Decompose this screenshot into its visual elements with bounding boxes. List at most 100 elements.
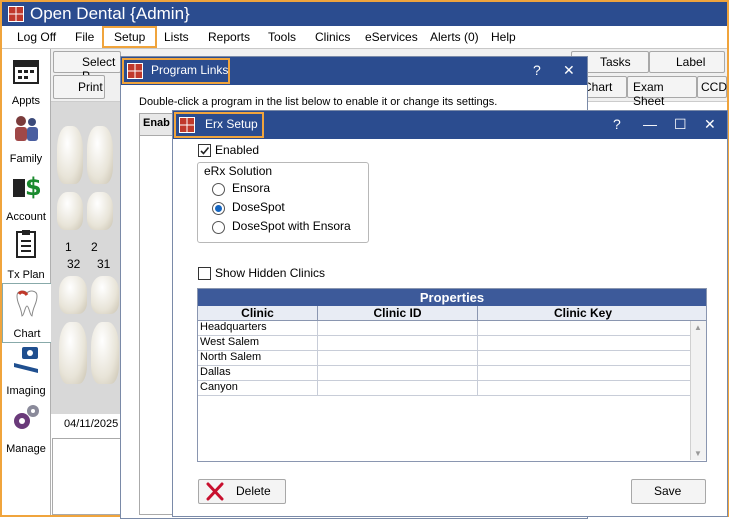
table-row[interactable]: Dallas (198, 366, 706, 381)
svg-text:$: $ (25, 173, 40, 201)
tooth[interactable] (57, 126, 83, 184)
scroll-down-icon[interactable]: ▼ (694, 449, 702, 458)
column-header-clinic[interactable]: Clinic (198, 306, 318, 320)
clinic-name: Dallas (200, 366, 231, 378)
cell-clinic-id[interactable] (317, 351, 318, 365)
exam-sheet-button[interactable]: Exam Sheet (627, 76, 697, 108)
grid-body: Headquarters West Salem North Salem Dall… (198, 321, 706, 396)
cell-clinic-key[interactable] (477, 351, 478, 365)
menu-alerts[interactable]: Alerts (0) (430, 30, 479, 44)
tooth-number: 2 (91, 240, 98, 254)
scroll-up-icon[interactable]: ▲ (694, 323, 702, 332)
tooth[interactable] (87, 126, 113, 184)
clinic-name: West Salem (200, 336, 260, 348)
module-account[interactable]: $ Account (2, 167, 50, 225)
clinic-name: Canyon (200, 381, 238, 393)
grid-scrollbar[interactable]: ▲ ▼ (690, 321, 706, 460)
checkmark-icon (200, 146, 210, 155)
close-icon[interactable]: ✕ (563, 62, 575, 79)
table-row[interactable]: Canyon (198, 381, 706, 396)
tooth[interactable] (59, 322, 87, 384)
menu-help[interactable]: Help (491, 30, 516, 44)
tooth-number: 32 (67, 257, 81, 271)
clinic-name: North Salem (200, 351, 262, 363)
radio-dosespot[interactable] (212, 202, 225, 215)
cell-clinic-key[interactable] (477, 381, 478, 395)
tooth[interactable] (91, 322, 119, 384)
program-links-instructions: Double-click a program in the list below… (139, 96, 498, 108)
erx-setup-title: Erx Setup (205, 117, 258, 131)
chart-tooth-icon (16, 290, 38, 317)
tasks-label: Tasks (600, 55, 631, 69)
cell-clinic-key[interactable] (477, 336, 478, 350)
print-button[interactable]: Print (53, 75, 105, 99)
close-icon[interactable]: ✕ (704, 116, 716, 133)
cell-clinic-key[interactable] (477, 366, 478, 380)
menu-reports[interactable]: Reports (208, 30, 250, 44)
print-label: Print (78, 80, 103, 94)
label-button[interactable]: Label (649, 51, 725, 73)
table-row[interactable]: West Salem (198, 336, 706, 351)
program-links-title-bar: Program Links ? ✕ (121, 57, 587, 85)
module-tx-plan[interactable]: Tx Plan (2, 225, 50, 283)
cell-clinic-id[interactable] (317, 381, 318, 395)
app-title: Open Dental {Admin} (30, 4, 190, 23)
app-icon (179, 117, 195, 133)
module-family[interactable]: Family (2, 109, 50, 167)
column-header-clinic-id[interactable]: Clinic ID (318, 306, 478, 320)
module-imaging-label: Imaging (6, 385, 46, 397)
tooth-number: 31 (97, 257, 111, 271)
erx-solution-group: eRx Solution Ensora DoseSpot DoseSpot wi… (197, 162, 369, 243)
module-family-label: Family (9, 153, 43, 165)
tx-plan-clipboard-icon (16, 230, 36, 258)
tooth[interactable] (87, 192, 113, 230)
minimize-icon[interactable]: — (643, 116, 657, 132)
help-button[interactable]: ? (613, 116, 621, 132)
account-dollar-icon: $ (13, 173, 40, 201)
save-button[interactable]: Save (631, 479, 706, 504)
save-label: Save (654, 484, 682, 498)
app-icon (127, 63, 143, 79)
menu-log-off[interactable]: Log Off (17, 30, 56, 44)
clinic-name: Headquarters (200, 321, 267, 333)
cell-clinic-key[interactable] (477, 321, 478, 335)
radio-ensora[interactable] (212, 183, 225, 196)
module-appts[interactable]: Appts (2, 51, 50, 109)
menu-eservices[interactable]: eServices (365, 30, 418, 44)
tooth[interactable] (57, 192, 83, 230)
menu-tools[interactable]: Tools (268, 30, 296, 44)
table-row[interactable]: Headquarters (198, 321, 706, 336)
cell-clinic-id[interactable] (317, 321, 318, 335)
module-manage[interactable]: Manage (2, 399, 50, 457)
tooth[interactable] (91, 276, 119, 314)
enabled-checkbox[interactable] (198, 144, 211, 157)
cell-clinic-id[interactable] (317, 336, 318, 350)
table-row[interactable]: North Salem (198, 351, 706, 366)
erx-setup-dialog: Erx Setup ? — ☐ ✕ Enabled eRx Solution E… (172, 110, 728, 517)
cell-clinic-id[interactable] (317, 366, 318, 380)
maximize-icon[interactable]: ☐ (674, 116, 687, 133)
main-title-bar: Open Dental {Admin} (2, 2, 727, 26)
tooth-number: 1 (65, 240, 72, 254)
column-header-clinic-key[interactable]: Clinic Key (478, 306, 688, 320)
menu-setup[interactable]: Setup (102, 26, 158, 48)
family-icon (15, 116, 38, 141)
erx-solution-label: eRx Solution (204, 164, 273, 178)
delete-button[interactable]: Delete (198, 479, 286, 504)
show-hidden-clinics-checkbox[interactable] (198, 267, 211, 280)
select-patient-button[interactable]: Select P (53, 51, 121, 83)
radio-dosespot-with-ensora[interactable] (212, 221, 225, 234)
module-imaging[interactable]: Imaging (2, 341, 50, 399)
module-manage-label: Manage (6, 443, 46, 455)
progress-notes-area[interactable] (52, 438, 124, 515)
delete-x-icon (206, 482, 224, 501)
help-button[interactable]: ? (533, 62, 541, 78)
module-account-label: Account (6, 211, 46, 223)
menu-lists[interactable]: Lists (164, 30, 189, 44)
ccd-button[interactable]: CCD (697, 76, 727, 98)
module-chart[interactable]: Chart (2, 283, 52, 343)
menu-clinics[interactable]: Clinics (315, 30, 350, 44)
tooth[interactable] (59, 276, 87, 314)
exam-sheet-label: Exam Sheet (633, 80, 665, 108)
menu-file[interactable]: File (75, 30, 94, 44)
